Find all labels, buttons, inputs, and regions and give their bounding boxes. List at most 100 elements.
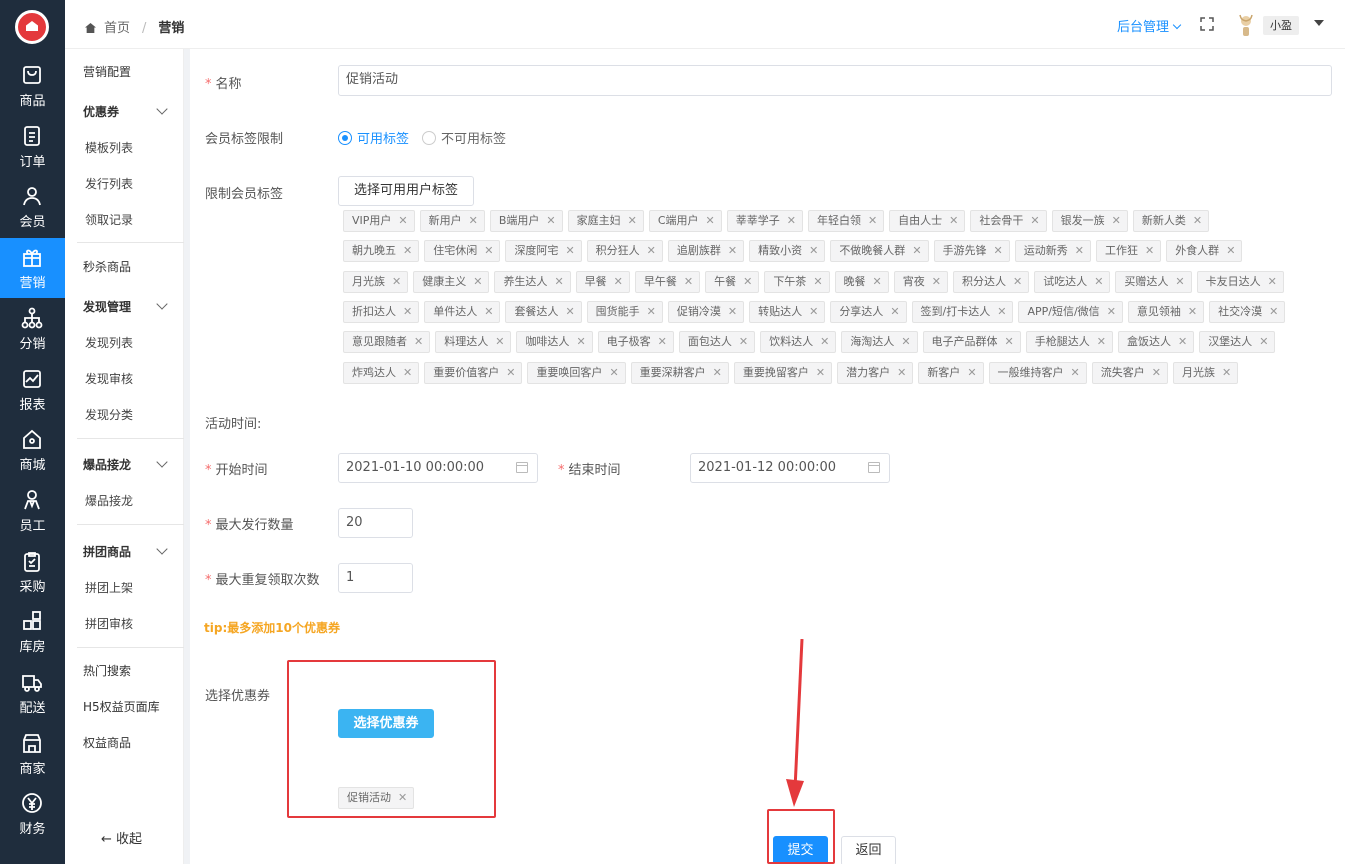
close-icon[interactable]: ✕ [809,244,818,257]
close-icon[interactable]: ✕ [1094,275,1103,288]
close-icon[interactable]: ✕ [628,214,637,227]
close-icon[interactable]: ✕ [614,275,623,288]
close-icon[interactable]: ✕ [1259,335,1268,348]
close-icon[interactable]: ✕ [1226,244,1235,257]
rail-item-bag[interactable]: 商品 [0,56,65,116]
radio-available-tags[interactable]: 可用标签 [338,128,409,147]
close-icon[interactable]: ✕ [1071,366,1080,379]
close-icon[interactable]: ✕ [994,244,1003,257]
close-icon[interactable]: ✕ [609,366,618,379]
menu-group-group-buy[interactable]: 拼团商品 [83,543,168,560]
close-icon[interactable]: ✕ [684,275,693,288]
start-time-input[interactable]: 2021-01-10 00:00:00 [338,453,538,483]
close-icon[interactable]: ✕ [1222,366,1231,379]
close-icon[interactable]: ✕ [647,244,656,257]
rail-item-yen[interactable]: 财务 [0,784,65,844]
menu-item-rights-goods[interactable]: 权益商品 [83,734,131,751]
rail-item-gift[interactable]: 营销 [0,238,65,299]
radio-unavailable-tags[interactable]: 不可用标签 [422,128,506,147]
close-icon[interactable]: ✕ [484,244,493,257]
rail-item-clipboard[interactable]: 采购 [0,542,65,602]
close-icon[interactable]: ✕ [403,244,412,257]
menu-item-discovery-review[interactable]: 发现审核 [85,370,133,387]
close-icon[interactable]: ✕ [403,366,412,379]
name-input[interactable]: 促销活动 [338,65,1332,96]
menu-item-hot-search[interactable]: 热门搜索 [83,662,131,679]
close-icon[interactable]: ✕ [873,275,882,288]
rail-item-home[interactable]: 商城 [0,420,65,480]
close-icon[interactable]: ✕ [809,305,818,318]
menu-item-flash-sale[interactable]: 秒杀商品 [83,258,131,275]
max-issue-input[interactable]: 20 [338,508,413,538]
close-icon[interactable]: ✕ [576,335,585,348]
menu-item-issue-list[interactable]: 发行列表 [85,175,133,192]
max-repeat-input[interactable]: 1 [338,563,413,593]
menu-item-group-buy-listing[interactable]: 拼团上架 [85,579,133,596]
close-icon[interactable]: ✕ [1030,214,1039,227]
close-icon[interactable]: ✕ [398,214,407,227]
rail-item-warehouse[interactable]: 库房 [0,602,65,662]
rail-item-user[interactable]: 会员 [0,177,65,237]
rail-item-truck[interactable]: 配送 [0,663,65,723]
close-icon[interactable]: ✕ [706,214,715,227]
close-icon[interactable]: ✕ [1145,244,1154,257]
close-icon[interactable]: ✕ [1075,244,1084,257]
close-icon[interactable]: ✕ [949,214,958,227]
menu-group-hot-relay[interactable]: 爆品接龙 [83,456,168,473]
close-icon[interactable]: ✕ [1188,305,1197,318]
close-icon[interactable]: ✕ [546,214,555,227]
close-icon[interactable]: ✕ [901,335,910,348]
rail-item-chart[interactable]: 报表 [0,360,65,420]
close-icon[interactable]: ✕ [1152,366,1161,379]
close-icon[interactable]: ✕ [392,275,401,288]
close-icon[interactable]: ✕ [1005,335,1014,348]
menu-item-template-list[interactable]: 模板列表 [85,139,133,156]
close-icon[interactable]: ✕ [868,214,877,227]
close-icon[interactable]: ✕ [565,244,574,257]
collapse-menu-button[interactable]: ← 收起 [101,828,142,847]
close-icon[interactable]: ✕ [565,305,574,318]
close-icon[interactable]: ✕ [414,335,423,348]
close-icon[interactable]: ✕ [1097,335,1106,348]
rail-item-order[interactable]: 订单 [0,117,65,177]
close-icon[interactable]: ✕ [1112,214,1121,227]
close-icon[interactable]: ✕ [647,305,656,318]
close-icon[interactable]: ✕ [816,366,825,379]
choose-user-tag-button[interactable]: 选择可用用户标签 [338,176,474,206]
close-icon[interactable]: ✕ [658,335,667,348]
close-icon[interactable]: ✕ [912,244,921,257]
menu-item-discovery-list[interactable]: 发现列表 [85,334,133,351]
close-icon[interactable]: ✕ [1193,214,1202,227]
close-icon[interactable]: ✕ [1269,305,1278,318]
menu-item-discovery-category[interactable]: 发现分类 [85,406,133,423]
caret-down-icon[interactable] [1314,20,1324,26]
avatar[interactable] [1235,12,1257,38]
menu-group-coupon[interactable]: 优惠券 [83,103,168,120]
close-icon[interactable]: ✕ [1175,275,1184,288]
rail-item-staff[interactable]: 员工 [0,481,65,541]
breadcrumb-home[interactable]: 首页 [104,21,130,36]
close-icon[interactable]: ✕ [813,275,822,288]
close-icon[interactable]: ✕ [473,275,482,288]
close-icon[interactable]: ✕ [787,214,796,227]
close-icon[interactable]: ✕ [932,275,941,288]
menu-item-group-buy-review[interactable]: 拼团审核 [85,615,133,632]
close-icon[interactable]: ✕ [484,305,493,318]
close-icon[interactable]: ✕ [739,335,748,348]
rail-item-network[interactable]: 分销 [0,299,65,359]
rail-item-shop[interactable]: 商家 [0,724,65,784]
close-icon[interactable]: ✕ [820,335,829,348]
close-icon[interactable]: ✕ [469,214,478,227]
menu-item-marketing-config[interactable]: 营销配置 [83,63,131,80]
menu-item-h5-rights-page[interactable]: H5权益页面库 [83,698,160,715]
username-badge[interactable]: 小盈 [1263,16,1299,35]
close-icon[interactable]: ✕ [495,335,504,348]
close-icon[interactable]: ✕ [1178,335,1187,348]
fullscreen-icon[interactable] [1200,17,1214,31]
close-icon[interactable]: ✕ [728,244,737,257]
close-icon[interactable]: ✕ [743,275,752,288]
admin-dropdown[interactable]: 后台管理 [1117,16,1182,35]
close-icon[interactable]: ✕ [1268,275,1277,288]
close-icon[interactable]: ✕ [713,366,722,379]
close-icon[interactable]: ✕ [1107,305,1116,318]
